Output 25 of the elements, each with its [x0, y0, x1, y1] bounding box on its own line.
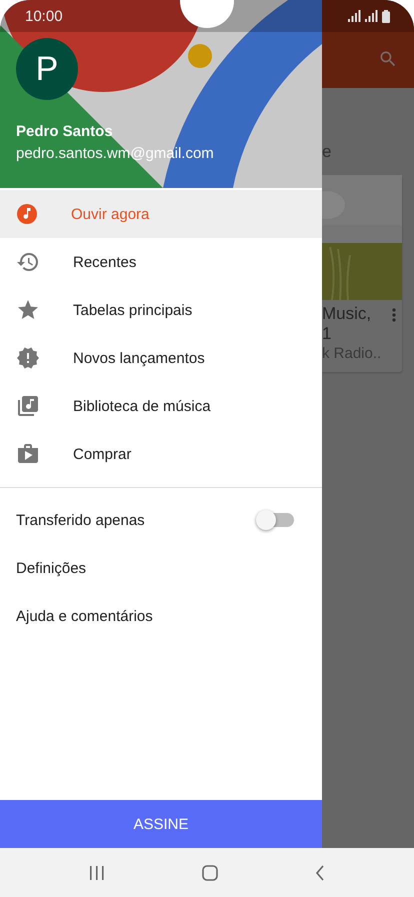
drawer-item[interactable]: Tabelas principais [0, 286, 322, 334]
card-title: 1 [322, 324, 332, 344]
drawer-item[interactable]: Novos lançamentos [0, 334, 322, 382]
toggle-switch[interactable] [258, 513, 294, 527]
signal-icon [348, 10, 361, 22]
home-icon[interactable] [202, 864, 218, 880]
menu-item[interactable]: Ajuda e comentários [16, 608, 153, 624]
back-icon[interactable] [315, 864, 326, 880]
subscribe-button[interactable]: ASSINE [0, 800, 322, 848]
menu-item[interactable]: Definições [16, 560, 86, 576]
card-title: Music, [322, 304, 372, 324]
signal-icon [365, 10, 378, 22]
exclamation-badge-icon [16, 346, 40, 370]
status-time: 10:00 [25, 8, 63, 24]
drawer-item[interactable]: Biblioteca de música [0, 382, 322, 430]
recent-apps-icon[interactable] [88, 866, 105, 880]
setting-label: Transferido apenas [16, 512, 145, 528]
drawer-item[interactable]: Recentes [0, 238, 322, 286]
more-icon[interactable] [392, 308, 396, 322]
music-note-icon [16, 203, 38, 225]
battery-icon [382, 10, 390, 22]
music-library-icon [16, 394, 40, 418]
drawer-item[interactable]: Comprar [0, 430, 322, 478]
history-icon [16, 250, 40, 274]
shopping-bag-icon [16, 442, 40, 466]
